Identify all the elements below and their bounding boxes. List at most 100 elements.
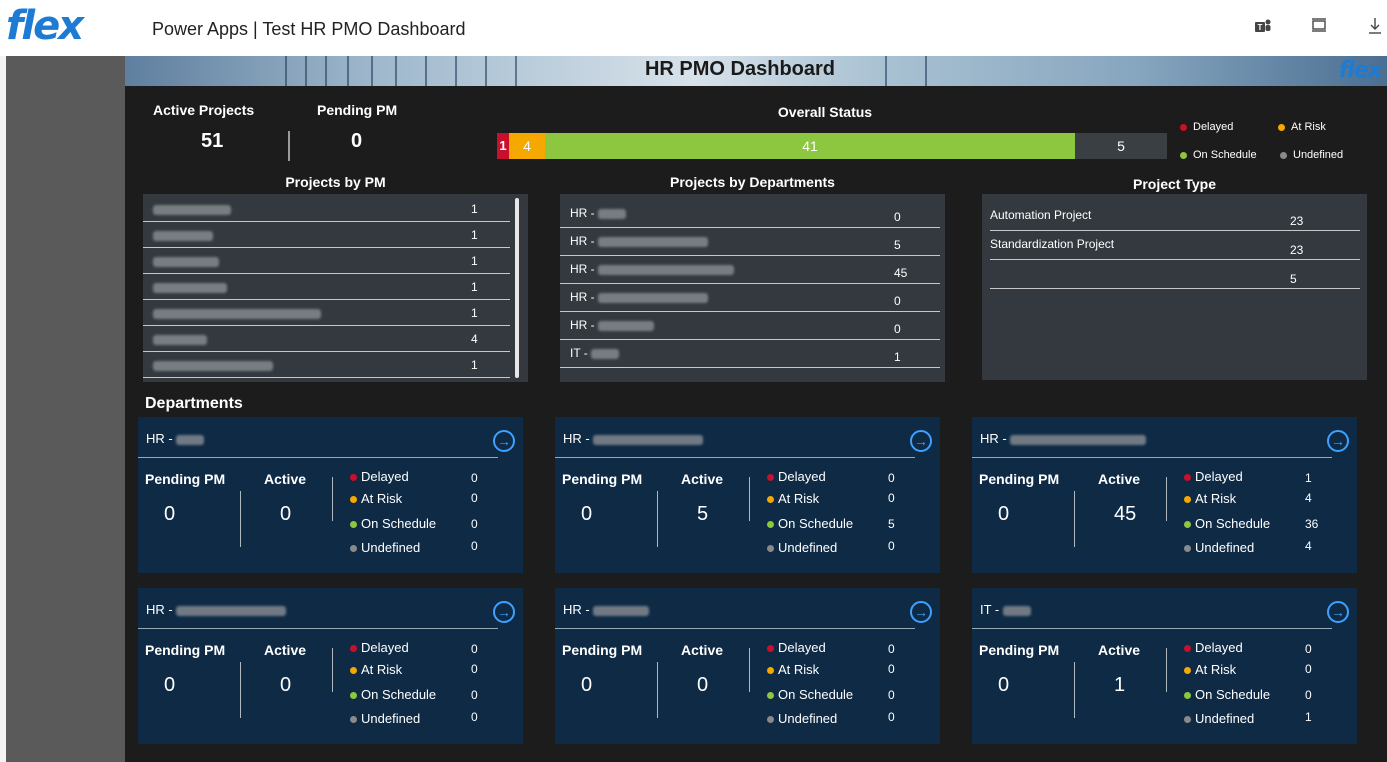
departments-title: Departments xyxy=(145,395,243,412)
legend-delayed: Delayed xyxy=(1180,121,1233,133)
department-list-item[interactable]: HR - 0 xyxy=(560,284,940,312)
project-type-item[interactable]: Automation Project 23 xyxy=(990,202,1360,231)
at-risk-label: At Risk xyxy=(767,662,819,677)
on-schedule-label: On Schedule xyxy=(1184,687,1270,702)
card-vertical-divider xyxy=(749,477,750,521)
teams-icon[interactable]: T xyxy=(1252,17,1274,39)
pm-name-redacted xyxy=(153,228,213,242)
card-divider xyxy=(138,628,498,629)
department-list-item[interactable]: HR - 45 xyxy=(560,256,940,284)
pending-pm-value: 0 xyxy=(581,674,593,696)
on-schedule-count: 5 xyxy=(888,517,895,531)
card-vertical-divider xyxy=(240,491,241,547)
department-list-item[interactable]: IT - 1 xyxy=(560,340,940,368)
department-list-item[interactable]: HR - 5 xyxy=(560,228,940,256)
active-value: 45 xyxy=(1114,503,1137,525)
download-icon[interactable] xyxy=(1364,17,1386,39)
pm-count: 1 xyxy=(471,202,478,216)
status-segment: 1 xyxy=(497,133,509,159)
undefined-count: 0 xyxy=(471,539,478,553)
card-vertical-divider xyxy=(657,662,658,718)
undefined-label: Undefined xyxy=(1184,711,1254,726)
app-header: flex Power Apps | Test HR PMO Dashboard … xyxy=(0,0,1387,56)
flex-logo: flex xyxy=(6,3,84,49)
undefined-label: Undefined xyxy=(350,711,420,726)
department-name: HR - xyxy=(570,262,734,276)
svg-text:T: T xyxy=(1258,23,1263,32)
department-card: HR - → Pending PM Active 0 45 Delayed At Risk O… xyxy=(972,417,1357,573)
card-divider xyxy=(138,457,498,458)
pm-name-redacted xyxy=(153,358,273,372)
arrow-right-icon[interactable]: → xyxy=(910,601,932,623)
pending-pm-value: 0 xyxy=(164,674,176,696)
pm-list-item[interactable]: 1 xyxy=(143,196,510,222)
pm-list-item[interactable]: 1 xyxy=(143,352,510,378)
pm-list-item[interactable]: 4 xyxy=(143,326,510,352)
card-vertical-divider xyxy=(1074,491,1075,547)
undefined-count: 1 xyxy=(1305,710,1312,724)
active-value: 5 xyxy=(697,503,709,525)
department-name: HR - xyxy=(570,318,654,332)
pm-list-item[interactable]: 1 xyxy=(143,222,510,248)
arrow-right-icon[interactable]: → xyxy=(910,430,932,452)
project-type-item[interactable]: Standardization Project 23 xyxy=(990,231,1360,260)
pm-name-redacted xyxy=(153,332,207,346)
undefined-label: Undefined xyxy=(1184,540,1254,555)
arrow-right-icon[interactable]: → xyxy=(493,601,515,623)
pm-list-item[interactable]: 1 xyxy=(143,274,510,300)
department-list-item[interactable]: HR - 0 xyxy=(560,312,940,340)
dashboard-canvas: HR PMO Dashboard flex Active Projects 51… xyxy=(125,56,1387,762)
active-label: Active xyxy=(681,642,724,658)
pm-name-redacted xyxy=(153,254,219,268)
card-divider xyxy=(555,457,915,458)
arrow-right-icon[interactable]: → xyxy=(1327,601,1349,623)
on-schedule-count: 36 xyxy=(1305,517,1319,531)
department-list-item[interactable]: HR - 0 xyxy=(560,200,940,228)
department-name: HR - xyxy=(570,234,708,248)
at-risk-label: At Risk xyxy=(350,662,402,677)
at-risk-count: 0 xyxy=(1305,662,1312,676)
active-label: Active xyxy=(1098,471,1141,487)
on-schedule-count: 0 xyxy=(1305,688,1312,702)
project-type-panel: Automation Project 23 Standardization Proj… xyxy=(982,194,1367,380)
pending-pm-label: Pending PM xyxy=(979,642,1060,658)
pm-count: 1 xyxy=(471,228,478,242)
at-risk-count: 0 xyxy=(888,491,895,505)
fullscreen-icon[interactable] xyxy=(1308,17,1330,39)
pending-pm-value: 0 xyxy=(351,130,363,152)
delayed-count: 1 xyxy=(1305,471,1312,485)
delayed-dot-icon xyxy=(1180,123,1187,131)
pm-count: 1 xyxy=(471,254,478,268)
pending-pm-label: Pending PM xyxy=(145,642,226,658)
project-type-count: 5 xyxy=(1290,272,1297,286)
department-card: HR - → Pending PM Active 0 0 Delayed At Risk On… xyxy=(138,417,523,573)
at-risk-dot-icon xyxy=(1278,123,1285,131)
pm-list-item[interactable]: 1 xyxy=(143,300,510,326)
project-type-name: Standardization Project xyxy=(990,237,1115,251)
delayed-count: 0 xyxy=(888,642,895,656)
card-vertical-divider xyxy=(1166,648,1167,692)
arrow-right-icon[interactable]: → xyxy=(1327,430,1349,452)
delayed-count: 0 xyxy=(1305,642,1312,656)
department-card: HR - → Pending PM Active 0 0 Delayed At Risk On… xyxy=(555,588,940,744)
undefined-count: 4 xyxy=(1305,539,1312,553)
project-type-item[interactable]: 5 xyxy=(990,260,1360,289)
pm-list-item[interactable]: 1 xyxy=(143,248,510,274)
pending-pm-value: 0 xyxy=(998,503,1010,525)
at-risk-label: At Risk xyxy=(350,491,402,506)
undefined-label: Undefined xyxy=(767,711,837,726)
on-schedule-count: 0 xyxy=(888,688,895,702)
undefined-label: Undefined xyxy=(767,540,837,555)
active-label: Active xyxy=(681,471,724,487)
department-count: 0 xyxy=(894,294,901,308)
arrow-right-icon[interactable]: → xyxy=(493,430,515,452)
pending-pm-label: Pending PM xyxy=(979,471,1060,487)
card-vertical-divider xyxy=(1074,662,1075,718)
pm-list-scrollbar[interactable] xyxy=(515,198,519,378)
side-pane xyxy=(6,56,125,762)
project-type-title: Project Type xyxy=(1133,176,1216,192)
pm-count: 1 xyxy=(471,306,478,320)
delayed-label: Delayed xyxy=(350,469,409,484)
pm-count: 4 xyxy=(471,332,478,346)
on-schedule-label: On Schedule xyxy=(767,687,853,702)
